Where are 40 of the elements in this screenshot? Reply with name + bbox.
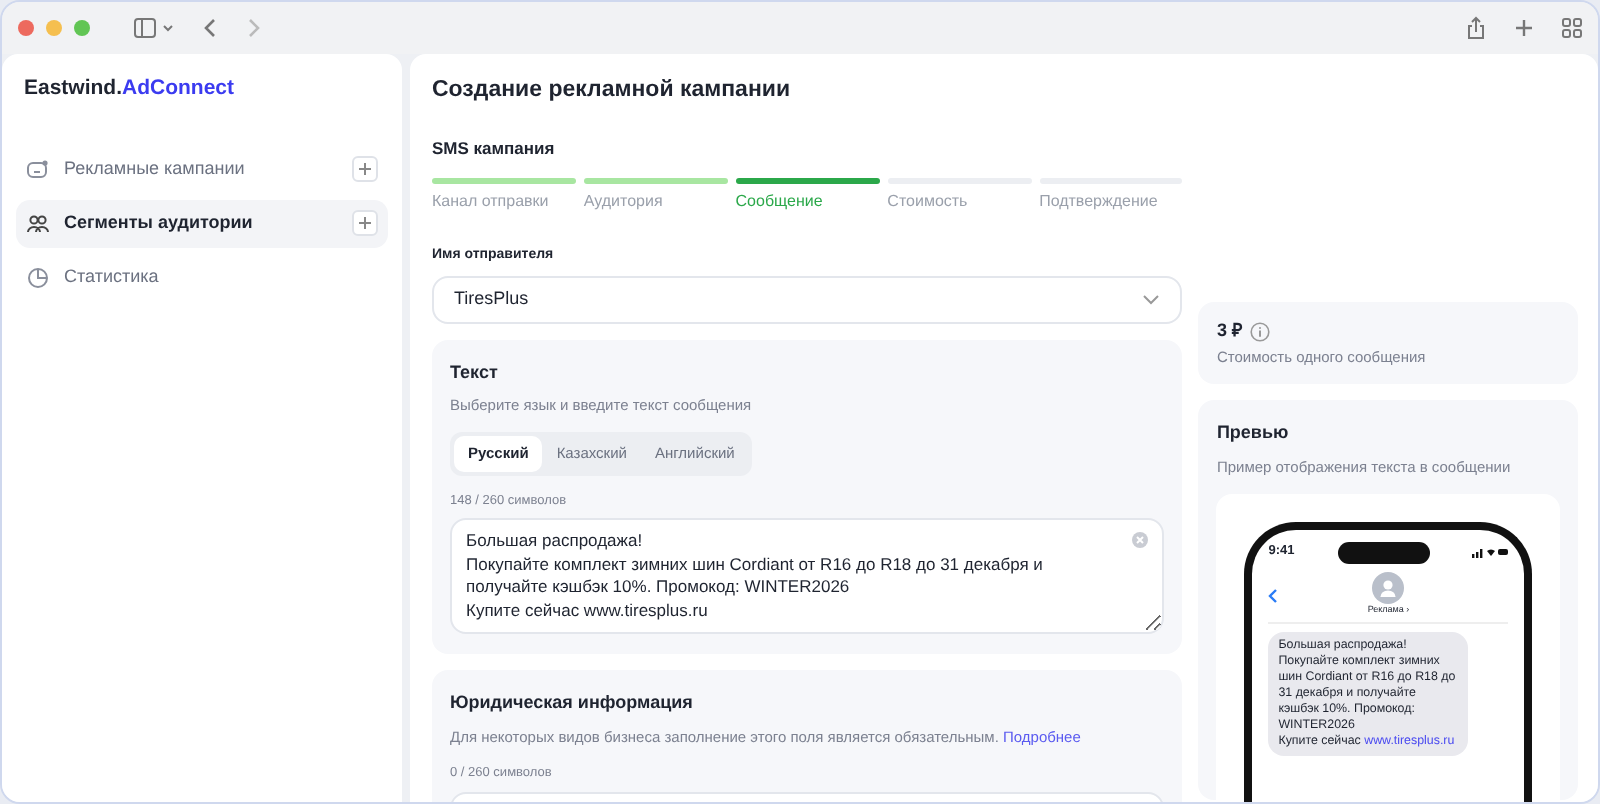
sidebar-item[interactable]: Сегменты аудитории [16,199,388,248]
step-label: Стоимость [887,190,970,214]
sender-select[interactable]: TiresPlus [432,275,1183,323]
new-tab-icon[interactable] [1514,18,1534,38]
logo-text: Eastwind.AdConnect [24,76,235,100]
card-title: Юридическая информация [450,690,695,717]
sidebar-label: Рекламные кампании [64,156,245,182]
cost-value: 3 ₽ [1216,318,1242,345]
back-icon[interactable] [1268,587,1279,604]
section-title: SMS кампания [432,136,557,162]
plus-icon [358,216,372,231]
add-button[interactable] [352,156,378,183]
share-icon[interactable] [1466,16,1486,40]
step-label: Канал отправки [432,190,551,214]
sidebar-item[interactable]: Статистика [16,253,388,302]
zoom-window-icon[interactable] [74,20,90,36]
step-label: Подтверждение [1039,190,1160,214]
people-icon [26,211,50,236]
page-title: Создание рекламной кампании [432,76,793,106]
tab-overview-icon[interactable] [1562,18,1582,38]
sidebar-item[interactable]: Рекламные кампании [16,145,388,194]
avatar-icon [1372,571,1405,604]
chat-icon [26,157,50,182]
sidebar-label: Статистика [64,264,159,290]
sidebar-icon[interactable] [134,18,174,38]
camera-notch [1337,541,1430,564]
pie-chart-icon [26,265,50,290]
plus-icon [358,162,372,177]
status-icons [1472,546,1509,559]
step-label: Аудитория [583,190,665,214]
card-title: Текст [450,359,500,385]
info-icon[interactable] [1249,322,1270,342]
close-window-icon[interactable] [18,20,34,36]
card-title: Превью [1216,420,1291,446]
message-field[interactable]: Большая распродажа! Покупайте комплект зимних шин Cordiant от R16 до R18 до 31 декабря и получайте кэшбэк 10%. Промокод: WINTER2026 Купите сейчас www.tiresplus.ru [450,518,1165,635]
add-button[interactable] [352,210,378,237]
back-icon[interactable] [202,18,218,38]
chevron-down-icon [1142,293,1161,305]
step-label: Сообщение [735,190,825,214]
sidebar-label: Сегменты аудитории [64,210,253,236]
